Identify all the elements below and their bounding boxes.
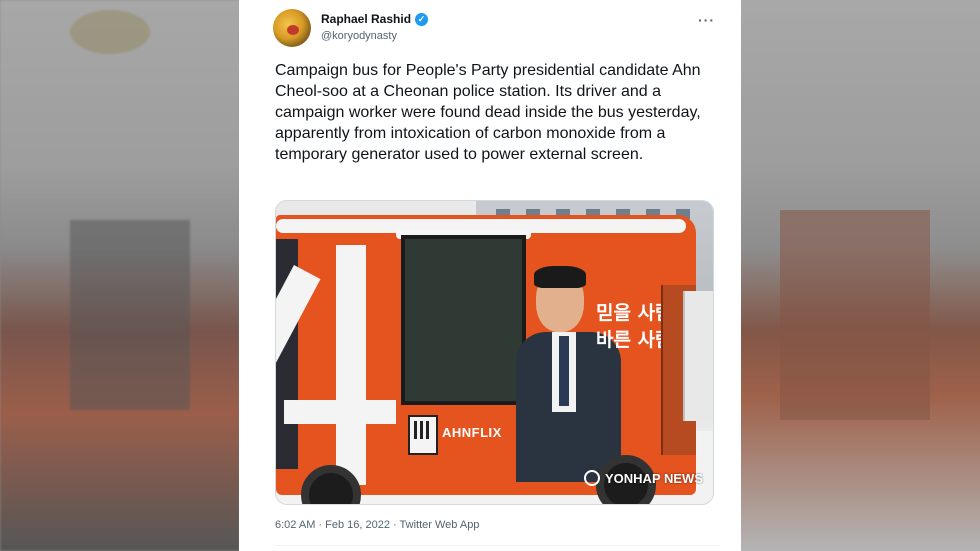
background-blur-left bbox=[0, 0, 240, 551]
background-shade bbox=[740, 0, 980, 551]
ahnflix-logo: AHNFLIX bbox=[442, 425, 502, 440]
tweet-card: Raphael Rashid ✓ @koryodynasty ··· Campa… bbox=[239, 0, 741, 551]
bus-number-stroke bbox=[336, 245, 366, 485]
background-blur-right bbox=[740, 0, 980, 551]
verified-badge-icon: ✓ bbox=[415, 12, 429, 26]
campaign-bus: 믿을 사람 바른 사람 AHNFLIX bbox=[276, 215, 696, 504]
tweet-text: Campaign bus for People's Party presiden… bbox=[275, 62, 701, 163]
tweet-header: Raphael Rashid ✓ @koryodynasty ··· bbox=[273, 9, 721, 49]
tweet-photo[interactable]: 믿을 사람 바른 사람 AHNFLIX YONHAP NEWS bbox=[275, 200, 714, 505]
avatar[interactable] bbox=[273, 9, 311, 47]
author-row: Raphael Rashid ✓ bbox=[321, 12, 429, 26]
author-name[interactable]: Raphael Rashid bbox=[321, 12, 411, 26]
background-shade bbox=[0, 0, 240, 551]
photo-watermark: YONHAP NEWS bbox=[584, 470, 703, 486]
avatar-detail bbox=[287, 25, 299, 35]
tweet-timestamp[interactable]: 6:02 AM · Feb 16, 2022 · Twitter Web App bbox=[275, 519, 479, 531]
author-handle[interactable]: @koryodynasty bbox=[321, 30, 397, 42]
yonhap-logo-icon bbox=[584, 470, 600, 486]
divider bbox=[275, 545, 720, 546]
bus-number-stroke bbox=[284, 400, 396, 424]
parked-car bbox=[683, 291, 713, 421]
more-horizontal-icon[interactable]: ··· bbox=[698, 12, 715, 28]
watermark-text: YONHAP NEWS bbox=[605, 470, 703, 486]
qr-code-icon bbox=[408, 415, 438, 455]
external-screen bbox=[401, 235, 526, 405]
